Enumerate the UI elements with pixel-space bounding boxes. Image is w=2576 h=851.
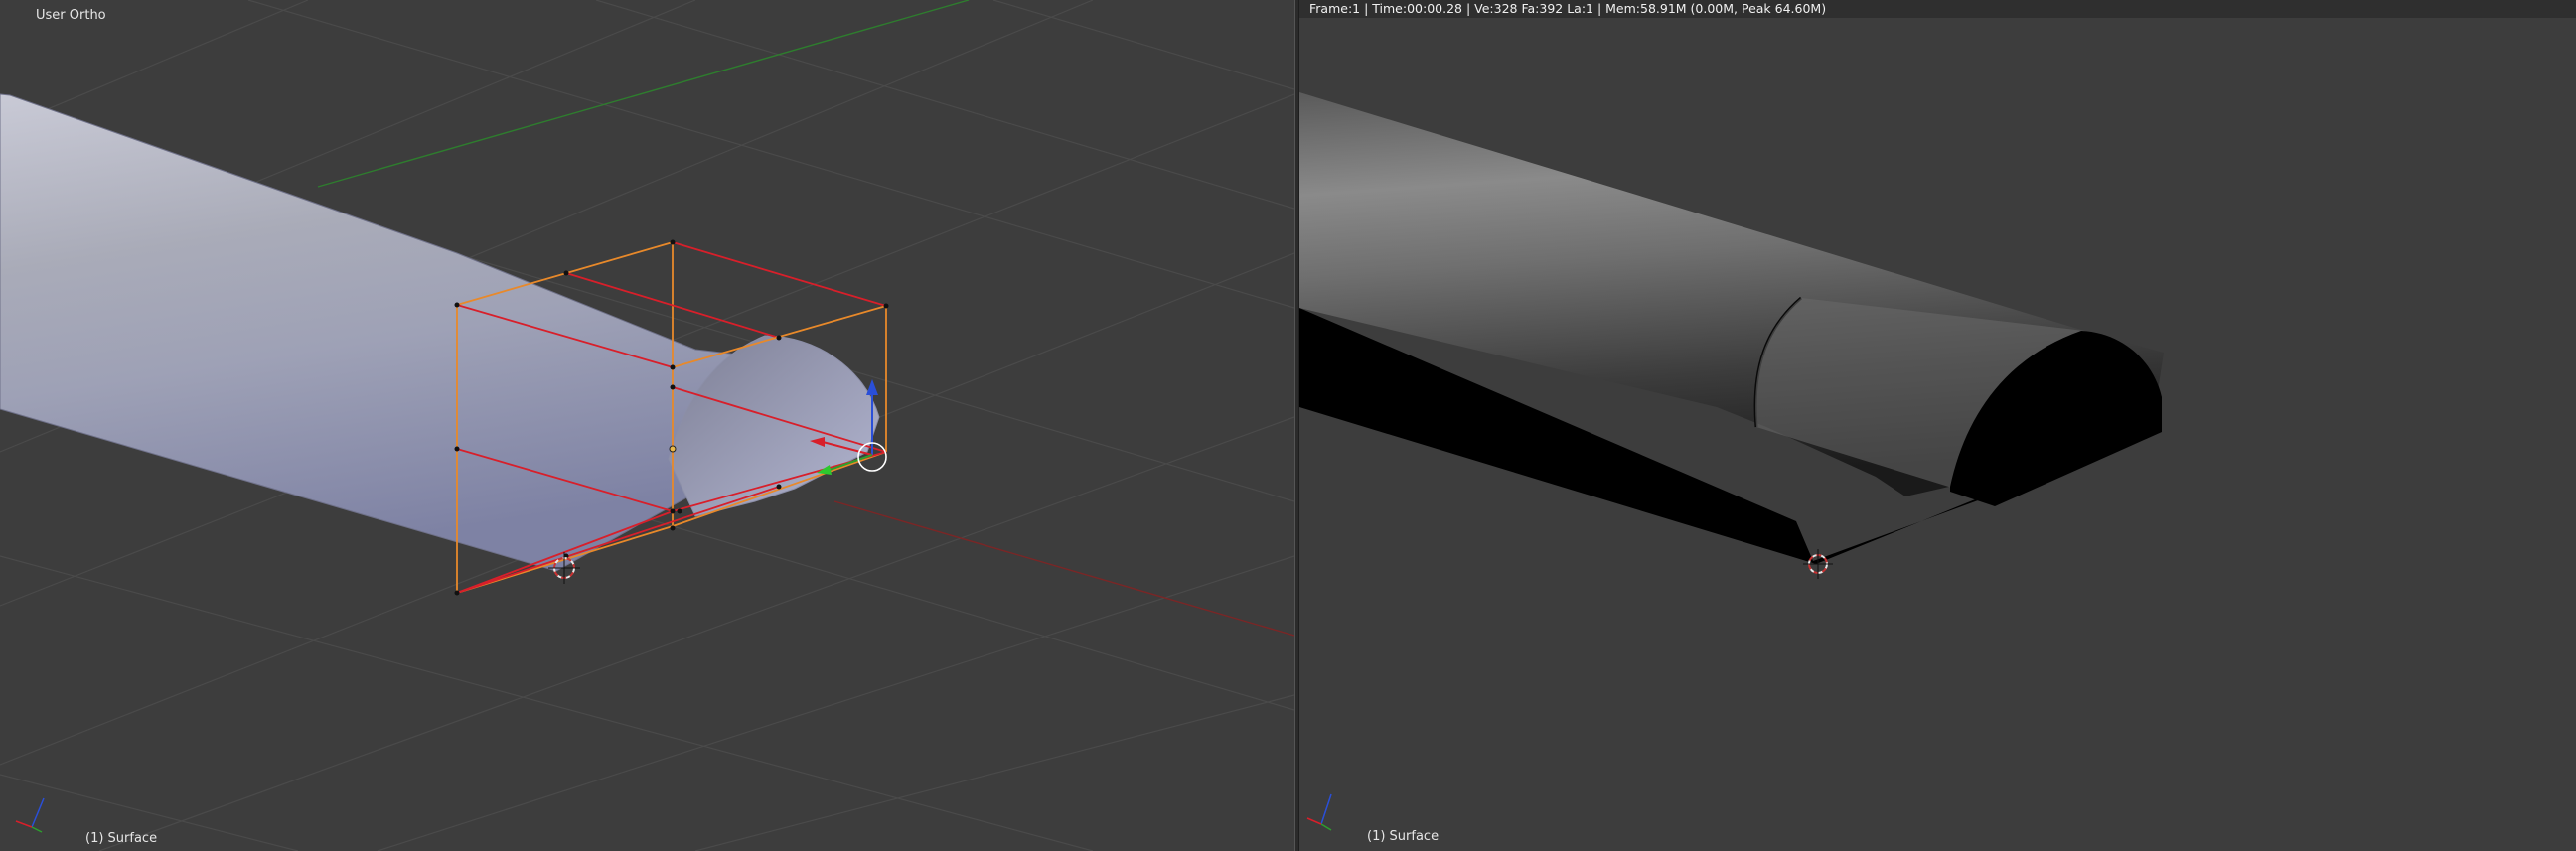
- render-info-bar: Frame:1 | Time:00:00.28 | Ve:328 Fa:392 …: [1299, 0, 2576, 18]
- axis-navigation-icon: [15, 797, 45, 833]
- left-3d-viewport[interactable]: User Ortho (1) Surface: [0, 0, 1294, 851]
- axis-navigation-icon: [1306, 793, 1332, 831]
- right-viewport-canvas[interactable]: [1299, 0, 2576, 851]
- y-axis-line: [317, 0, 970, 188]
- active-object-label: (1) Surface: [85, 831, 158, 846]
- active-object-label: (1) Surface: [1367, 829, 1440, 844]
- origin-point[interactable]: [669, 445, 677, 453]
- left-viewport-canvas[interactable]: [0, 0, 1294, 851]
- right-3d-viewport[interactable]: Frame:1 | Time:00:00.28 | Ve:328 Fa:392 …: [1299, 0, 2576, 851]
- view-label: User Ortho: [36, 8, 106, 23]
- surface-tube-body[interactable]: [0, 93, 766, 572]
- x-axis-line: [833, 500, 1294, 637]
